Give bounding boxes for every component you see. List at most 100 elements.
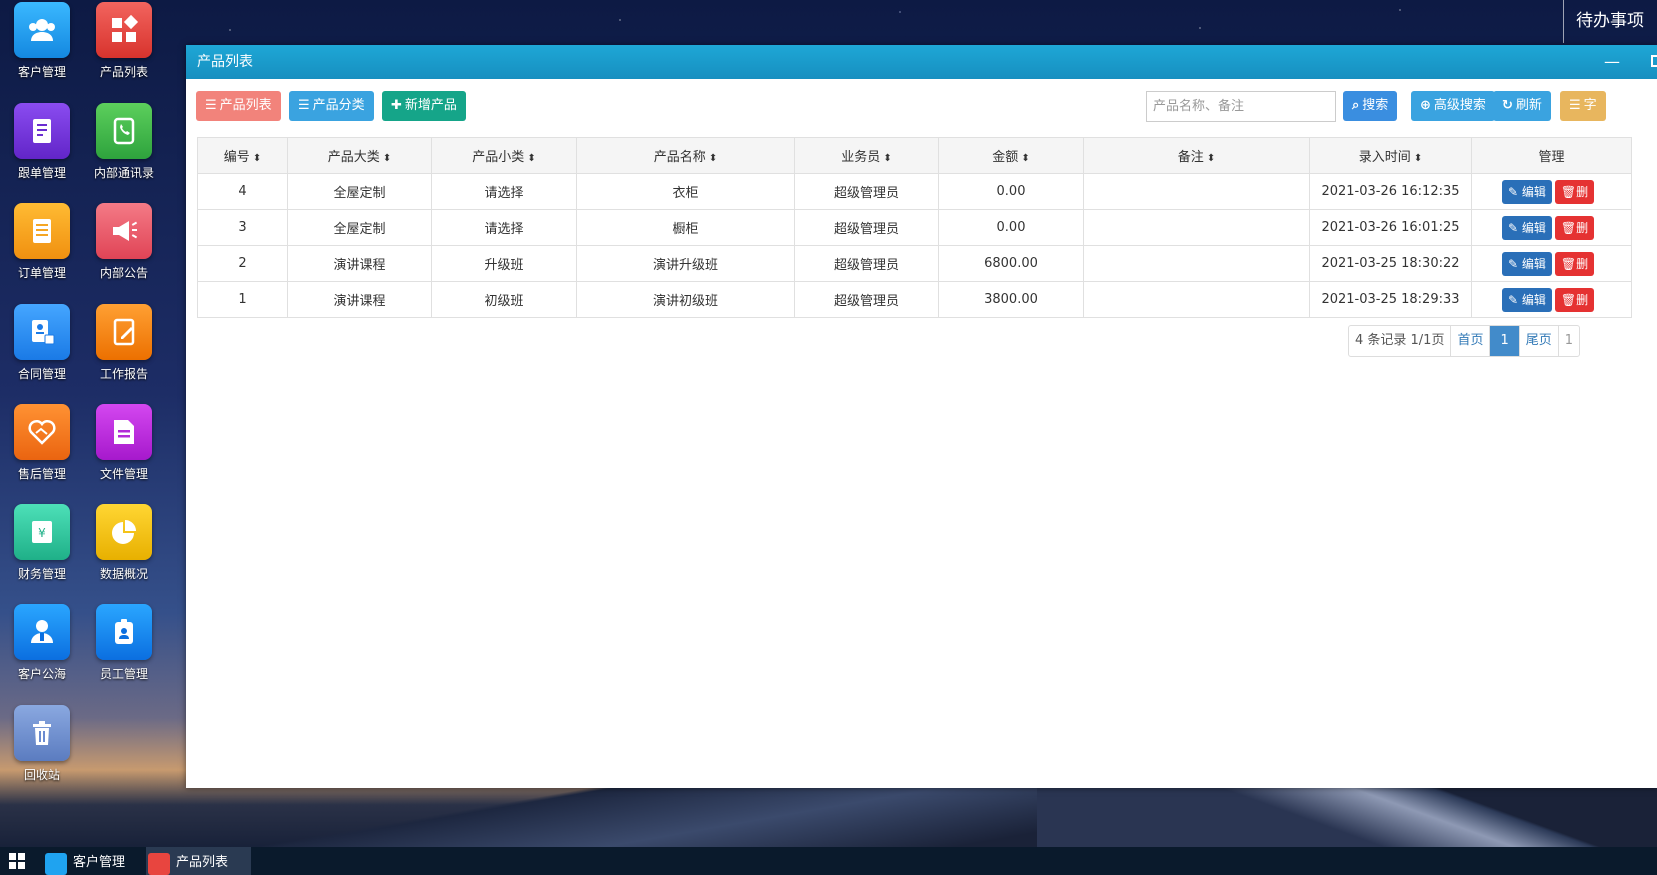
desktop-icon-announcement[interactable]: 内部公告 <box>82 201 166 301</box>
file-icon <box>96 404 152 460</box>
column-header-amount[interactable]: 金额 ⬍ <box>938 137 1084 174</box>
desktop-icon-after-sales[interactable]: 售后管理 <box>0 402 84 502</box>
report-pen-icon <box>96 304 152 360</box>
add-product-button[interactable]: ✚ 新增产品 <box>382 91 466 121</box>
desktop-icon-order-management[interactable]: 订单管理 <box>0 201 84 301</box>
desktop-icon-customer-pool[interactable]: 客户公海 <box>0 602 84 702</box>
first-page-button[interactable]: 首页 <box>1450 326 1489 356</box>
refresh-button[interactable]: ↻ 刷新 <box>1493 91 1551 121</box>
refresh-icon: ↻ <box>1502 98 1513 113</box>
desktop-icon-contacts[interactable]: 内部通讯录 <box>82 101 166 201</box>
desktop-icon-file-management[interactable]: 文件管理 <box>82 402 166 502</box>
sort-icon: ⬍ <box>708 153 718 164</box>
search-icon: ⌕ <box>1352 98 1360 113</box>
column-header-name[interactable]: 产品名称 ⬍ <box>576 137 795 174</box>
desktop-icon-label: 内部通讯录 <box>93 166 154 180</box>
desktop-icon-finance[interactable]: ¥ 财务管理 <box>0 502 84 602</box>
todo-button[interactable]: 待办事项 <box>1563 0 1657 43</box>
advanced-search-button[interactable]: ⊕ 高级搜索 <box>1411 91 1495 121</box>
cell-remark <box>1083 281 1310 318</box>
desktop-icon-recycle-bin[interactable]: 回收站 <box>0 703 84 803</box>
maximize-button[interactable] <box>1651 55 1657 67</box>
page-jump-field[interactable]: 1 <box>1557 326 1579 356</box>
cell-category: 全屋定制 <box>287 173 432 210</box>
window-titlebar[interactable]: 产品列表 — <box>186 45 1657 79</box>
start-menu-icon[interactable] <box>9 853 25 869</box>
delete-button[interactable]: 🗑删 <box>1554 287 1595 312</box>
desktop-icon-product-list[interactable]: 产品列表 <box>82 0 166 100</box>
column-header-category[interactable]: 产品大类 ⬍ <box>287 137 432 174</box>
plus-icon: ✚ <box>391 98 402 113</box>
badge-icon <box>96 604 152 660</box>
product-category-button[interactable]: ☰ 产品分类 <box>289 91 374 121</box>
sort-icon: ⬍ <box>1413 153 1423 164</box>
cell-salesperson: 超级管理员 <box>794 281 939 318</box>
cell-amount: 0.00 <box>938 173 1084 210</box>
cell-subcategory: 请选择 <box>431 173 577 210</box>
table-header-row: 编号 ⬍ 产品大类 ⬍ 产品小类 ⬍ 产品名称 ⬍ 业务员 ⬍ 金额 ⬍ 备注 ⬍ 录入时间 ⬍… <box>197 137 1632 174</box>
cell-id: 4 <box>197 173 288 210</box>
column-header-manage: 管理 <box>1471 137 1632 174</box>
cell-subcategory: 升级班 <box>431 245 577 282</box>
trash-icon: 🗑 <box>1560 256 1577 271</box>
product-list-button[interactable]: ☰ 产品列表 <box>196 91 281 121</box>
cell-id: 2 <box>197 245 288 282</box>
cell-manage: ✎ 编辑 🗑删 <box>1471 281 1632 318</box>
desktop-icon-data-overview[interactable]: 数据概况 <box>82 502 166 602</box>
trash-icon: 🗑 <box>1560 220 1577 235</box>
last-page-button[interactable]: 尾页 <box>1518 326 1558 356</box>
sort-icon: ⬍ <box>883 153 892 164</box>
edit-button[interactable]: ✎ 编辑 <box>1502 179 1552 204</box>
desktop-icon-label: 内部公告 <box>99 266 148 280</box>
desktop-icon-label: 员工管理 <box>99 667 148 681</box>
product-list-window: 产品列表 — ☰产品列表 ☰产品分类 ✚新增产品 ⌕搜索 ⊕高级搜索 ↻刷新 ☰… <box>186 45 1657 788</box>
edit-button[interactable]: ✎ 编辑 <box>1502 215 1552 240</box>
column-header-entry-time[interactable]: 录入时间 ⬍ <box>1309 137 1472 174</box>
cell-subcategory: 初级班 <box>431 281 577 318</box>
cell-category: 全屋定制 <box>287 209 432 246</box>
minimize-button[interactable]: — <box>1597 45 1627 79</box>
cell-category: 演讲课程 <box>287 245 432 282</box>
taskbar-item-product-list[interactable]: 产品列表 <box>146 847 251 875</box>
delete-button[interactable]: 🗑删 <box>1554 251 1595 276</box>
desktop-icon-customer-management[interactable]: 客户管理 <box>0 0 84 100</box>
search-button[interactable]: ⌕ 搜索 <box>1343 91 1398 121</box>
grid-diamond-icon <box>96 2 152 58</box>
column-header-subcategory[interactable]: 产品小类 ⬍ <box>431 137 577 174</box>
delete-button[interactable]: 🗑删 <box>1554 215 1595 240</box>
column-header-remark[interactable]: 备注 ⬍ <box>1083 137 1310 174</box>
cell-name: 橱柜 <box>576 209 795 246</box>
zoom-in-icon: ⊕ <box>1420 98 1431 113</box>
list-icon: ☰ <box>1569 98 1581 113</box>
list-icon: ☰ <box>298 98 310 113</box>
desktop-icon-work-report[interactable]: 工作报告 <box>82 302 166 402</box>
notebook-icon <box>14 103 70 159</box>
sort-icon: ⬍ <box>1021 153 1030 164</box>
current-page-button[interactable]: 1 <box>1489 326 1519 356</box>
users-icon <box>45 853 67 875</box>
cell-salesperson: 超级管理员 <box>794 173 939 210</box>
desktop-icon-employee-management[interactable]: 员工管理 <box>82 602 166 702</box>
trash-icon <box>14 705 70 761</box>
edit-icon: ✎ <box>1508 292 1519 307</box>
cell-entry-time: 2021-03-26 16:01:25 <box>1309 209 1472 246</box>
cell-remark <box>1083 209 1310 246</box>
column-header-id[interactable]: 编号 ⬍ <box>197 137 288 174</box>
edit-button[interactable]: ✎ 编辑 <box>1502 287 1552 312</box>
fields-button[interactable]: ☰ 字 <box>1560 91 1606 121</box>
taskbar-item-customer-management[interactable]: 客户管理 <box>43 847 125 875</box>
desktop-icon-contract-management[interactable]: 合同管理 <box>0 302 84 402</box>
delete-button[interactable]: 🗑删 <box>1554 179 1595 204</box>
cell-name: 演讲升级班 <box>576 245 795 282</box>
table-row: 1 演讲课程 初级班 演讲初级班 超级管理员 3800.00 2021-03-2… <box>197 281 1632 318</box>
column-header-salesperson[interactable]: 业务员 ⬍ <box>794 137 939 174</box>
cell-manage: ✎ 编辑 🗑删 <box>1471 245 1632 282</box>
search-input[interactable] <box>1146 91 1336 122</box>
users-icon <box>14 2 70 58</box>
edit-button[interactable]: ✎ 编辑 <box>1502 251 1552 276</box>
pagination-info: 4 条记录 1/1页 <box>1355 333 1445 348</box>
desktop-icon-follow-up[interactable]: 跟单管理 <box>0 101 84 201</box>
cell-salesperson: 超级管理员 <box>794 209 939 246</box>
finance-icon: ¥ <box>14 504 70 560</box>
sort-icon: ⬍ <box>1206 153 1216 164</box>
